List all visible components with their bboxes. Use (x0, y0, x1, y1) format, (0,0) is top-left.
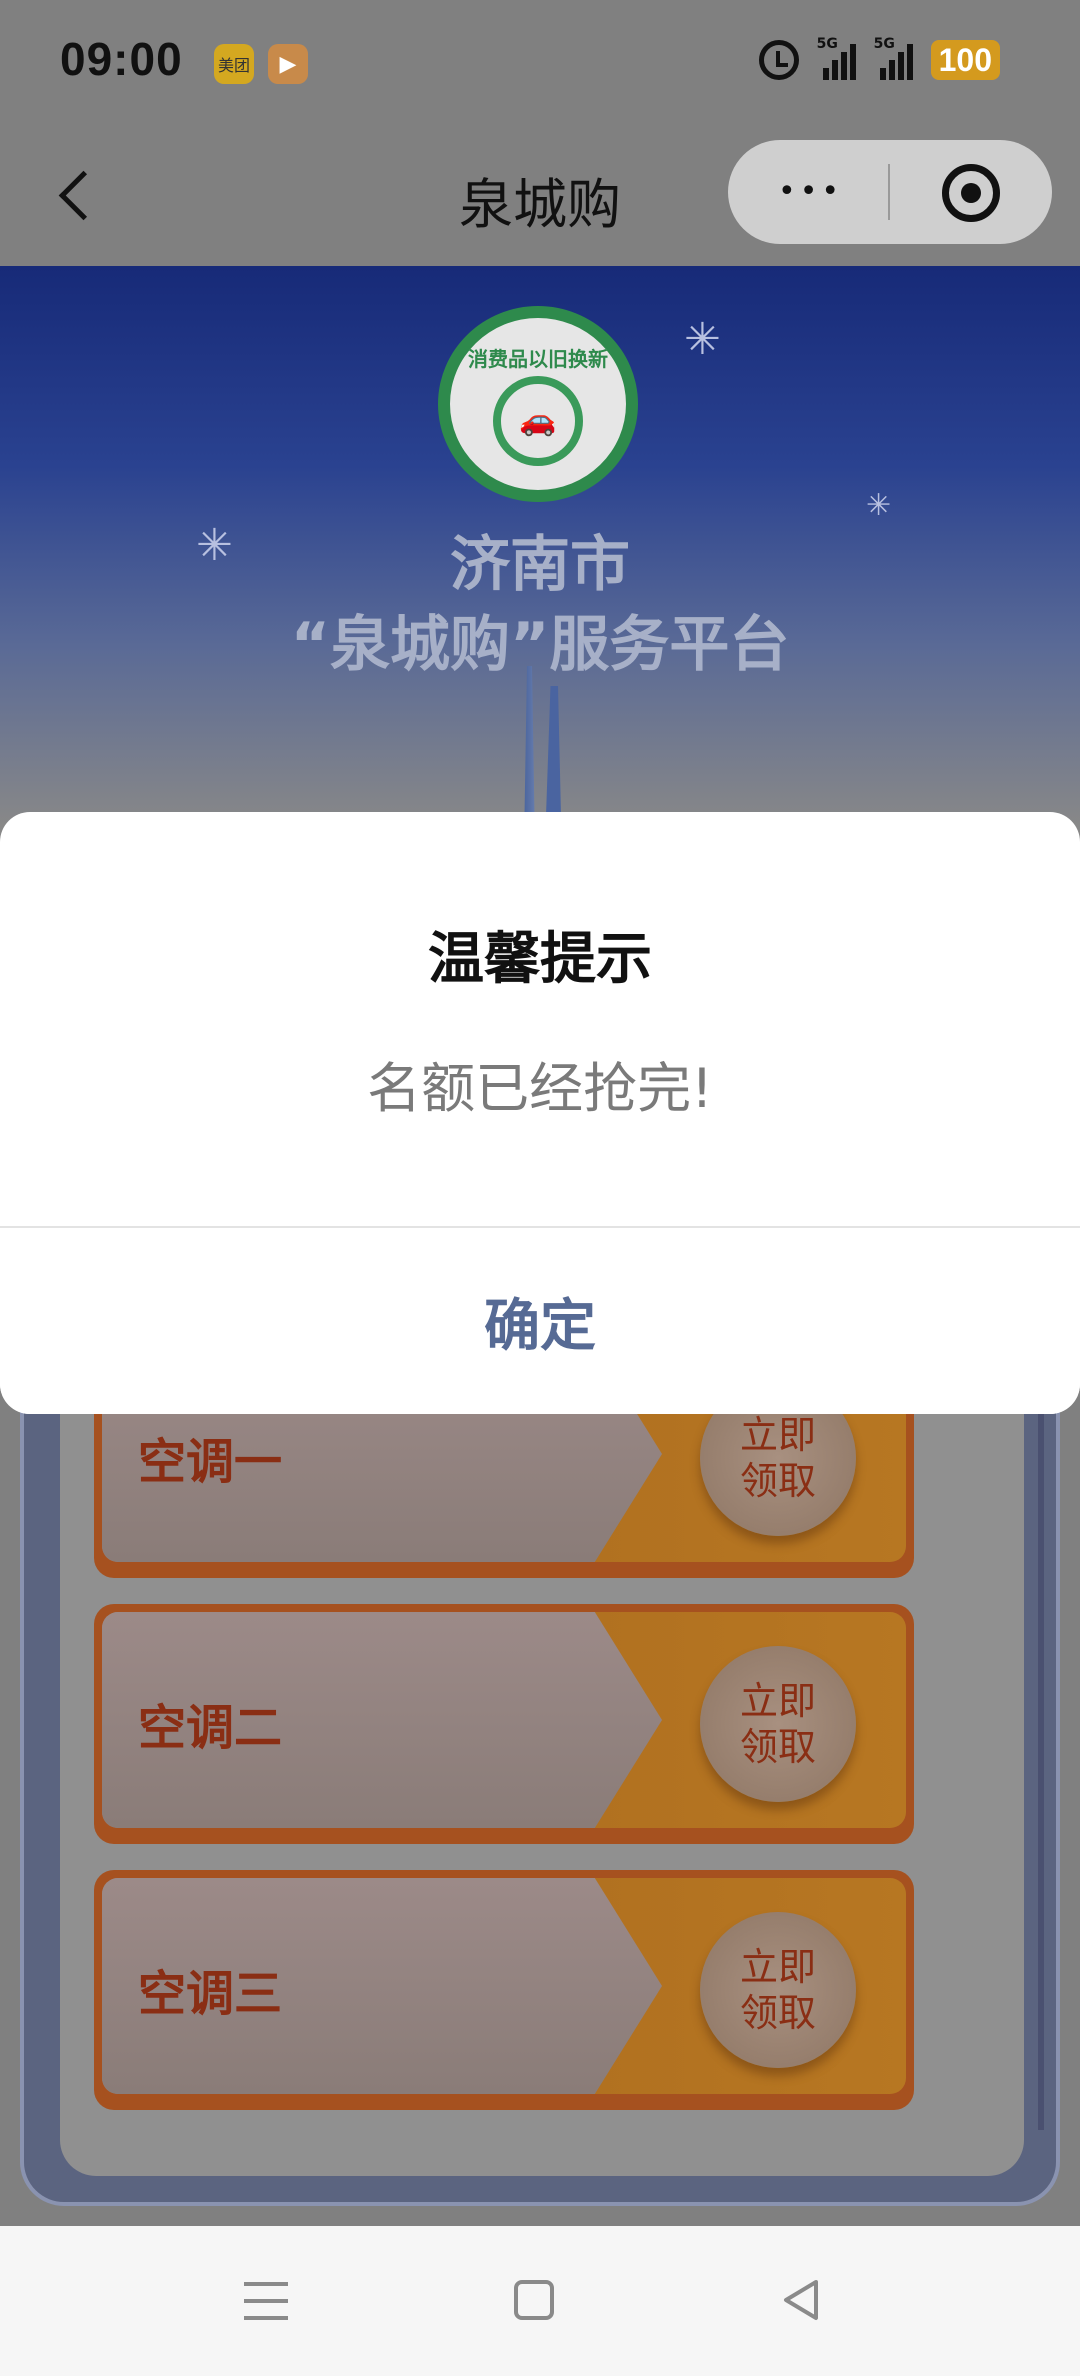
home-icon[interactable] (514, 2280, 554, 2320)
sparkle-icon: ✳ (684, 314, 721, 365)
alarm-icon (758, 40, 799, 80)
capsule-divider (888, 164, 890, 220)
meituan-app-icon: 美团 (214, 44, 254, 84)
coupon-name: 空调二 (138, 1700, 283, 1756)
signal-icon: 5G (817, 36, 856, 80)
hero-platform-name: “泉城购”服务平台 (290, 610, 790, 680)
confirm-button[interactable]: 确定 (0, 1228, 1080, 1414)
recent-apps-icon[interactable] (244, 2282, 288, 2320)
claim-button[interactable]: 立即领取 (700, 1912, 856, 2068)
trade-in-logo: 消费品以旧换新 🚗 (438, 306, 638, 502)
system-back-icon[interactable] (780, 2278, 820, 2322)
scrollbar[interactable] (1038, 1350, 1044, 2130)
capsule-menu: ••• (728, 140, 1052, 244)
dialog-message: 名额已经抢完! (367, 1057, 713, 1120)
battery-indicator: 100 (930, 40, 1000, 80)
more-options-icon[interactable]: ••• (778, 177, 843, 207)
tower-graphic (546, 686, 561, 816)
dialog-title: 温馨提示 (428, 927, 652, 992)
close-mini-program-icon[interactable] (942, 164, 1000, 222)
hero-city: 济南市 (450, 530, 630, 600)
system-nav-bar (0, 2226, 1080, 2376)
coupon-name: 空调一 (138, 1434, 283, 1490)
alert-dialog: 温馨提示 名额已经抢完! 确定 (0, 812, 1080, 1414)
claim-button[interactable]: 立即领取 (700, 1646, 856, 1802)
signal-icon-2: 5G (874, 36, 913, 80)
coupon-card: 空调三 立即领取 (94, 1870, 914, 2110)
video-app-icon: ▶ (268, 44, 308, 84)
clock: 09:00 (60, 33, 183, 85)
coupon-name: 空调三 (138, 1966, 283, 2022)
mini-program-nav-bar: 泉城购 ••• (0, 130, 1080, 266)
car-icon: 🚗 (493, 375, 583, 466)
status-icons: 5G 5G 100 (758, 36, 1000, 80)
coupon-card: 空调二 立即领取 (94, 1604, 914, 1844)
status-bar: 09:00 美团 ▶ 5G 5G 100 (0, 0, 1080, 130)
